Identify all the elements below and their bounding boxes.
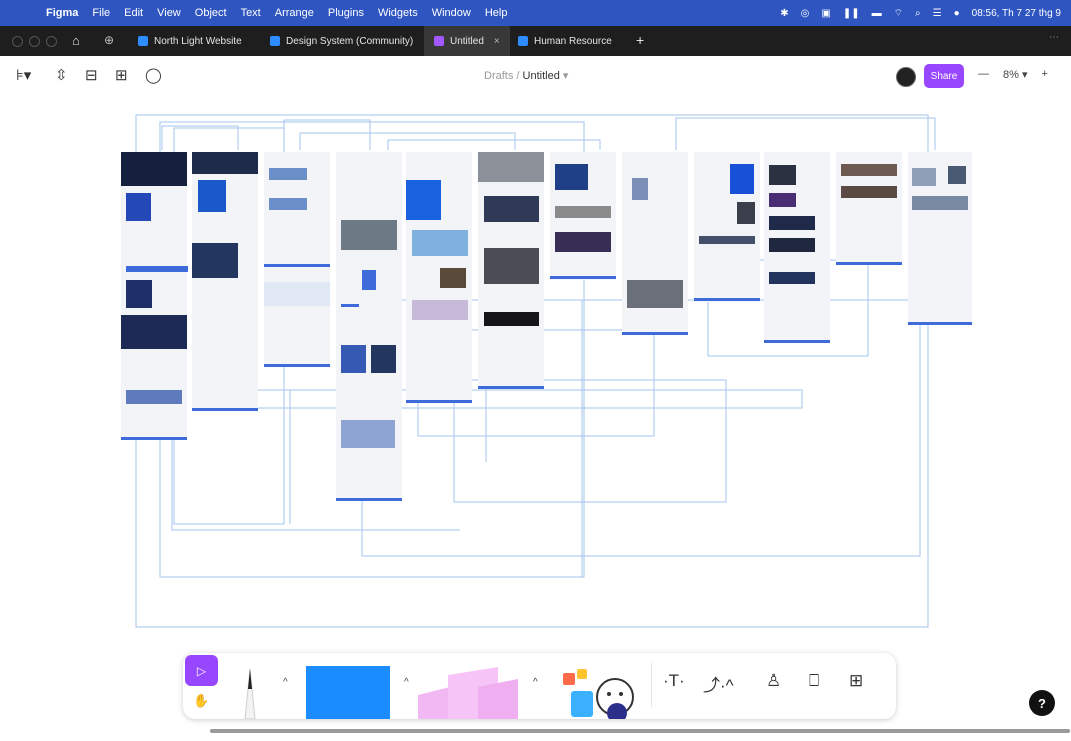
menu-object[interactable]: Object: [195, 7, 227, 19]
menu-arrange[interactable]: Arrange: [275, 7, 314, 19]
divider: [651, 663, 652, 707]
file-name[interactable]: Untitled: [523, 70, 560, 82]
file-icon: [434, 36, 444, 46]
battery-icon[interactable]: ▬: [872, 8, 882, 19]
connector-tool-icon[interactable]: ⤴·^: [703, 671, 734, 696]
focus-icon[interactable]: ◎: [801, 8, 810, 19]
avatar[interactable]: [896, 67, 916, 87]
menu-widgets[interactable]: Widgets: [378, 7, 418, 19]
stamp-tool-icon[interactable]: ♙: [766, 671, 781, 691]
main-menu-icon[interactable]: ⊧▾: [16, 66, 31, 84]
tab-human-resource[interactable]: Human Resource: [518, 26, 612, 56]
tab-design-system[interactable]: Design System (Community): [270, 26, 413, 56]
tab-bar: ⌂ ⊕ North Light Website Design System (C…: [0, 26, 1071, 56]
editor-toolbar: ⊧▾ ⇳ ⊟ ⊞ ◯ Drafts / Untitled ▾ Share — 8…: [0, 56, 1071, 96]
maximize-window-button[interactable]: [46, 36, 57, 47]
chevron-down-icon[interactable]: ▾: [563, 70, 569, 82]
menu-plugins[interactable]: Plugins: [328, 7, 364, 19]
tab-label: Design System (Community): [286, 35, 414, 47]
close-window-button[interactable]: [12, 36, 23, 47]
window-controls: [12, 36, 57, 47]
frame-icon[interactable]: ⊞: [115, 66, 128, 84]
community-icon[interactable]: ⊕: [104, 33, 114, 47]
table-tool-icon[interactable]: ⊞: [849, 671, 863, 691]
breadcrumb-drafts[interactable]: Drafts: [484, 70, 513, 82]
move-tool-button[interactable]: ▷: [185, 655, 218, 686]
zoom-controls: — 8% ▾ +: [978, 68, 1048, 81]
lock-icon[interactable]: ⊟: [85, 66, 98, 84]
chevron-up-icon[interactable]: ^: [283, 677, 288, 688]
cursor-icon: ▷: [196, 663, 207, 678]
comment-icon[interactable]: ◯: [145, 66, 162, 84]
menu-view[interactable]: View: [157, 7, 181, 19]
control-center-icon[interactable]: ☰: [933, 8, 942, 19]
tab-label: Human Resource: [534, 35, 612, 47]
move-tools-icon[interactable]: ⇳: [55, 66, 68, 84]
tab-label: Untitled: [450, 35, 484, 47]
help-button[interactable]: ?: [1029, 690, 1055, 716]
clock[interactable]: 08:56, Th 7 27 thg 9: [972, 8, 1061, 19]
siri-icon[interactable]: ●: [954, 8, 960, 19]
zoom-out-icon[interactable]: —: [978, 68, 989, 81]
zoom-in-icon[interactable]: +: [1041, 68, 1047, 81]
zoom-level[interactable]: 8% ▾: [1003, 68, 1027, 81]
tab-label: North Light Website: [154, 35, 242, 47]
minimize-window-button[interactable]: [29, 36, 40, 47]
horizontal-scrollbar[interactable]: [210, 729, 1070, 733]
pen-tool-icon[interactable]: [235, 661, 265, 719]
pause-icon[interactable]: ❚❚: [843, 8, 860, 19]
system-menu-bar: Figma File Edit View Object Text Arrange…: [0, 0, 1071, 26]
close-tab-icon[interactable]: ×: [494, 36, 500, 47]
bluetooth-icon[interactable]: ✱: [780, 8, 788, 19]
chevron-up-icon[interactable]: ^: [404, 677, 409, 688]
wifi-icon[interactable]: ⌔: [894, 7, 903, 20]
design-canvas[interactable]: [0, 96, 1071, 736]
more-icon[interactable]: ⋯: [1049, 32, 1059, 43]
menu-app-name[interactable]: Figma: [46, 7, 78, 19]
menu-window[interactable]: Window: [432, 7, 471, 19]
spotlight-search-icon[interactable]: ⌕: [915, 8, 921, 19]
section-tool-icon[interactable]: ⎕: [809, 671, 819, 691]
screen-frames: [121, 152, 972, 501]
file-icon: [270, 36, 280, 46]
tab-north-light-website[interactable]: North Light Website: [138, 26, 242, 56]
display-icon[interactable]: ▣: [821, 8, 830, 19]
bottom-toolbar: ▷ ✋ ^ ^ ^ ·T· ⤴·^ ♙ ⎕ ⊞: [183, 653, 896, 719]
new-tab-icon[interactable]: +: [636, 32, 644, 48]
breadcrumb-separator: /: [516, 70, 520, 82]
share-button[interactable]: Share: [924, 64, 964, 88]
sticky-notes-tool-icon[interactable]: [418, 665, 530, 719]
menu-help[interactable]: Help: [485, 7, 508, 19]
canvas-artwork: [121, 114, 972, 628]
home-icon[interactable]: ⌂: [72, 33, 80, 48]
breadcrumb: Drafts / Untitled ▾: [484, 69, 568, 82]
hand-tool-icon[interactable]: ✋: [193, 693, 209, 709]
text-tool-icon[interactable]: ·T·: [663, 671, 685, 691]
shape-tool-button[interactable]: [306, 666, 390, 719]
menu-file[interactable]: File: [92, 7, 110, 19]
zoom-value: 8%: [1003, 69, 1019, 81]
status-area: ✱ ◎ ▣ ❚❚ ▬ ⌔ ⌕ ☰ ● 08:56, Th 7 27 thg 9: [780, 0, 1061, 26]
menu-text[interactable]: Text: [241, 7, 261, 19]
chevron-up-icon[interactable]: ^: [533, 677, 538, 688]
file-icon: [138, 36, 148, 46]
stamp-widget-icon[interactable]: [561, 667, 641, 719]
file-icon: [518, 36, 528, 46]
tab-untitled[interactable]: Untitled ×: [424, 26, 510, 56]
menu-edit[interactable]: Edit: [124, 7, 143, 19]
